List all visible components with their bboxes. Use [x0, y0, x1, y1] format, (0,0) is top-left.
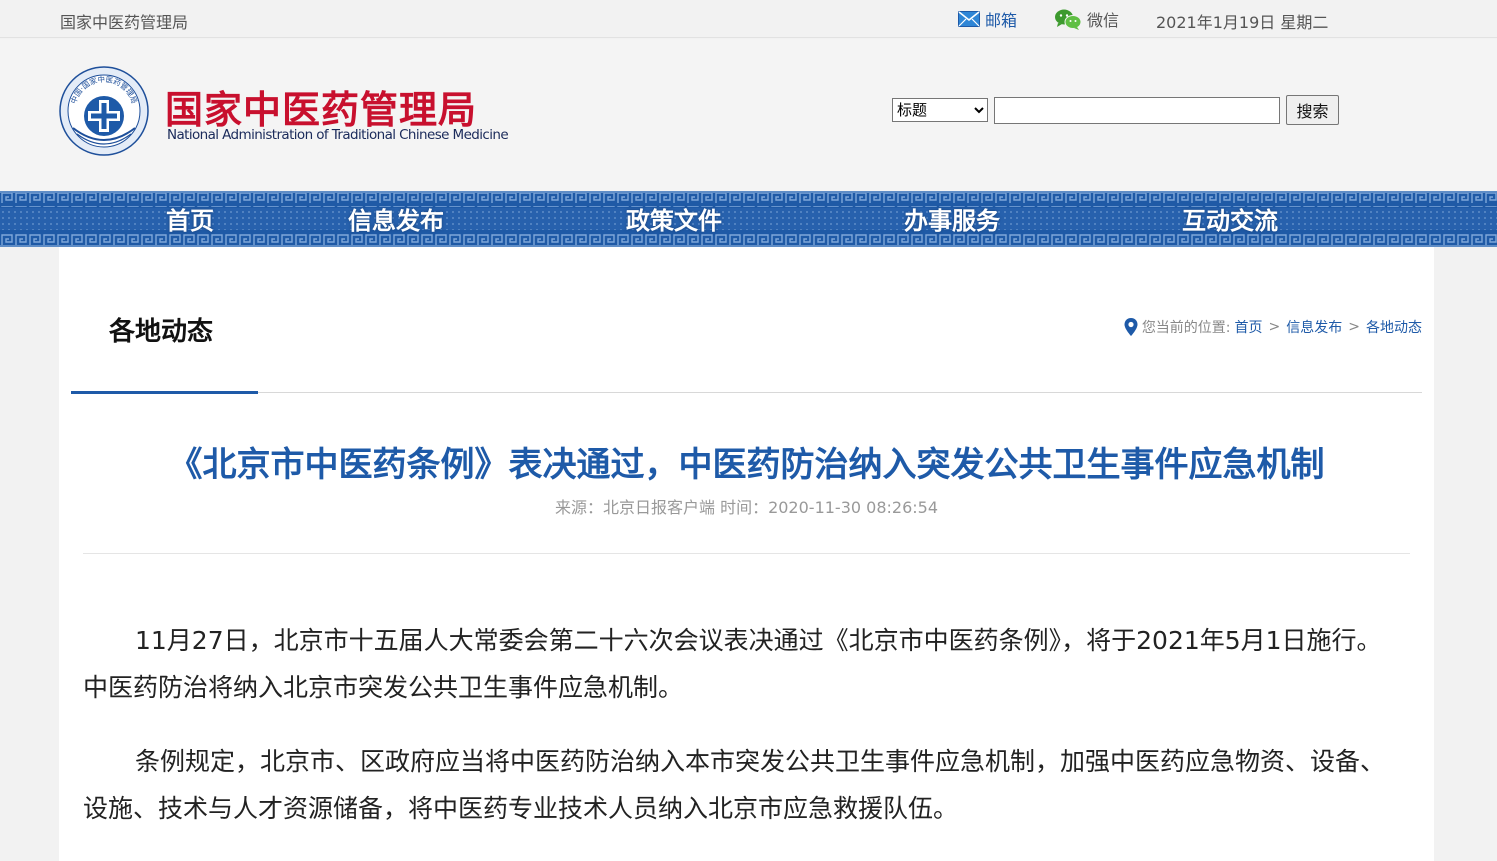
section-divider: [71, 392, 1422, 393]
nav-item-policy[interactable]: 政策文件: [626, 201, 722, 236]
logo-english-name: National Administration of Traditional C…: [167, 127, 509, 143]
mail-link[interactable]: 邮箱: [958, 7, 1017, 31]
breadcrumb: 您当前的位置: 首页 > 信息发布 > 各地动态: [1124, 317, 1422, 337]
nav-item-home[interactable]: 首页: [166, 201, 214, 236]
breadcrumb-prefix: 您当前的位置:: [1141, 320, 1231, 336]
search-button[interactable]: 搜索: [1286, 95, 1339, 125]
section-divider-accent: [71, 391, 258, 394]
nav-item-info-release[interactable]: 信息发布: [348, 201, 444, 236]
article-meta: 来源：北京日报客户端 时间：2020-11-30 08:26:54: [554, 498, 939, 517]
breadcrumb-info-release[interactable]: 信息发布: [1286, 317, 1342, 337]
top-bar: 国家中医药管理局 邮箱 微信 2021年1月19日 星期二: [0, 0, 1497, 38]
logo-chinese-name: 国家中医药管理局: [165, 87, 478, 132]
nav-item-services[interactable]: 办事服务: [904, 201, 1000, 236]
nav-item-interaction[interactable]: 互动交流: [1182, 201, 1278, 236]
main-nav: 首页 信息发布 政策文件 办事服务 互动交流: [0, 191, 1497, 247]
breadcrumb-home[interactable]: 首页: [1235, 317, 1263, 337]
breadcrumb-separator: >: [1268, 319, 1281, 335]
article-title: 《北京市中医药条例》表决通过，中医药防治纳入突发公共卫生事件应急机制: [168, 445, 1325, 485]
location-pin-icon: [1124, 318, 1138, 336]
current-date: 2021年1月19日 星期二: [1156, 13, 1329, 32]
article-paragraph: 条例规定，北京市、区政府应当将中医药防治纳入本市突发公共卫生事件应急机制，加强中…: [83, 747, 1386, 823]
mail-icon: [958, 11, 980, 27]
breadcrumb-separator: >: [1348, 319, 1360, 335]
site-header: 中国·国家中医药管理局 国家中医药管理局 National Administra…: [0, 39, 1497, 191]
content-card: 各地动态 您当前的位置: 首页 > 信息发布 > 各地动态 《北京市中医药条例》…: [59, 247, 1434, 861]
emblem-logo-icon: 中国·国家中医药管理局: [59, 66, 149, 156]
wechat-link[interactable]: 微信: [1054, 7, 1119, 31]
section-title: 各地动态: [109, 317, 214, 347]
wechat-label: 微信: [1087, 11, 1120, 30]
meta-divider: [83, 553, 1410, 554]
breadcrumb-local-news[interactable]: 各地动态: [1366, 317, 1422, 337]
wechat-icon: [1055, 9, 1082, 30]
article-paragraph: 11月27日，北京市十五届人大常委会第二十六次会议表决通过《北京市中医药条例》，…: [83, 626, 1382, 702]
search-input[interactable]: [994, 97, 1280, 124]
top-site-name: 国家中医药管理局: [60, 13, 189, 32]
search-scope-select[interactable]: 标题: [892, 98, 988, 122]
mail-label: 邮箱: [985, 11, 1018, 30]
